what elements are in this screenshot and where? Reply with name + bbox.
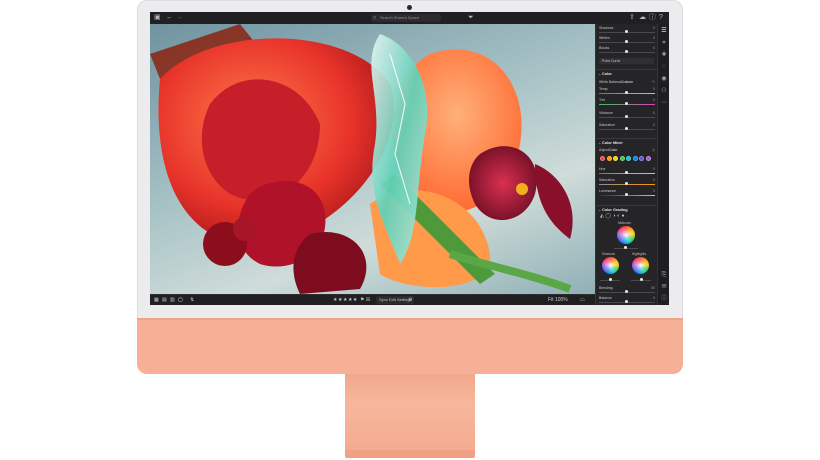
grid-view-icon[interactable]: ▦ [154, 297, 159, 304]
slider-knob[interactable] [609, 278, 612, 281]
sync-settings-icon[interactable]: ⚙ [408, 297, 412, 304]
slider-knob[interactable] [625, 91, 628, 94]
flag-controls[interactable]: ⚑ ☒ [360, 297, 370, 304]
slider-shadows[interactable]: Shadows 0 [599, 26, 655, 35]
slider-knob[interactable] [625, 102, 628, 105]
comments-icon[interactable]: ✉ [661, 284, 667, 290]
forward-icon[interactable]: → [176, 14, 183, 22]
slider-saturation[interactable]: Saturation 0 [599, 123, 655, 132]
swatch-yellow[interactable] [613, 156, 619, 162]
slider-knob[interactable] [625, 50, 628, 53]
photo-artwork [150, 24, 573, 294]
photo-canvas[interactable] [150, 24, 595, 294]
camera-icon [407, 5, 412, 10]
shadows-luminance-slider[interactable] [600, 274, 620, 283]
slider-knob[interactable] [625, 40, 628, 43]
square-grid-icon[interactable]: ▤ [162, 297, 167, 304]
point-curve-toggle[interactable]: Point Curve [599, 58, 654, 64]
swatch-orange[interactable] [606, 156, 612, 162]
filmstrip-toolbar: ▦ ▤ ▥ ▢ ⇅ ★★★★★ ⚑ ☒ Sync Edit Settings ⚙… [150, 294, 595, 305]
slider-whites[interactable]: Whites 0 [599, 36, 655, 45]
edit-panel: Shadows 0 Whites 0 Blacks 0 Point Curve … [595, 24, 658, 305]
slider-blacks[interactable]: Blacks 0 [599, 46, 655, 55]
slider-knob[interactable] [625, 127, 628, 130]
target-adjust-icon[interactable]: ◎ [652, 148, 655, 152]
slider-knob[interactable] [624, 246, 627, 249]
chevron-down-icon: ⌄ [598, 140, 602, 145]
swatch-aqua[interactable] [626, 156, 632, 162]
masking-icon[interactable]: ◌ [661, 64, 667, 70]
chevron-down-icon: ⌄ [598, 207, 602, 212]
detail-view-icon[interactable]: ▥ [170, 297, 175, 304]
eyedropper-icon[interactable]: ✎ [652, 80, 655, 84]
imac-chin [137, 320, 683, 374]
highlights-luminance-slider[interactable] [631, 274, 651, 283]
healing-brush-icon[interactable]: ✚ [661, 52, 667, 58]
highlights-label: Highlights [632, 252, 646, 256]
slider-knob[interactable] [625, 300, 628, 303]
midtones-luminance-slider[interactable] [614, 242, 638, 251]
swatch-magenta[interactable] [645, 156, 651, 162]
slider-tint[interactable]: Tint 0 [599, 98, 655, 107]
info-icon[interactable]: ⓘ [649, 14, 656, 22]
red-eye-icon[interactable]: ◉ [661, 76, 667, 82]
crop-icon[interactable]: ⌗ [661, 40, 667, 46]
imac-stand [345, 374, 475, 452]
grading-mode-icons[interactable]: ◭◯◑◐● [600, 214, 626, 219]
slider-mixer-saturation[interactable]: Saturation 0 [599, 178, 655, 187]
share-icon[interactable]: ⇪ [629, 14, 635, 22]
sort-icon[interactable]: ⇅ [190, 297, 194, 304]
slider-knob[interactable] [625, 30, 628, 33]
slider-vibrance[interactable]: Vibrance 0 [599, 111, 655, 120]
presets-icon[interactable]: ⚇ [661, 88, 667, 94]
color-swatch-row [600, 156, 654, 162]
sidebar-icon[interactable]: ▣ [154, 14, 161, 22]
back-icon[interactable]: ← [166, 14, 173, 22]
slider-knob[interactable] [640, 278, 643, 281]
shadows-label: Shadows [602, 252, 616, 256]
swatch-blue[interactable] [632, 156, 638, 162]
tool-rail: ☰ ⌗ ✚ ◌ ◉ ⚇ ⋯ ⎘ ✉ ⓘ [657, 24, 669, 305]
help-icon[interactable]: ? [659, 14, 663, 22]
star-rating[interactable]: ★★★★★ [333, 297, 358, 304]
slider-knob[interactable] [625, 182, 628, 185]
panel-toggle-icon[interactable]: ▭ [580, 297, 585, 304]
swatch-red[interactable] [600, 156, 606, 162]
midtones-label: Midtones [618, 221, 631, 225]
search-icon: ⌕ [373, 15, 377, 21]
swatch-purple[interactable] [639, 156, 645, 162]
slider-blending[interactable]: Blending 50 [599, 286, 655, 295]
slider-temp[interactable]: Temp 0 [599, 87, 655, 96]
slider-knob[interactable] [625, 290, 628, 293]
slider-knob[interactable] [625, 193, 628, 196]
search-input[interactable]: ⌕ Search Shared Space [371, 14, 441, 22]
filter-icon[interactable]: ⏷ [468, 14, 474, 22]
chevron-down-icon: ⌄ [598, 71, 602, 76]
edit-sliders-icon[interactable]: ☰ [661, 28, 667, 34]
imac-stand-foot [345, 450, 475, 458]
color-mixer-header[interactable]: ⌄ Color Mixer [596, 138, 658, 147]
highlights-color-wheel[interactable] [632, 257, 649, 274]
versions-icon[interactable]: ⎘ [661, 272, 667, 278]
loupe-view-icon[interactable]: ▢ [178, 297, 183, 304]
color-section-header[interactable]: ⌄ Color [596, 69, 658, 78]
more-icon[interactable]: ⋯ [661, 100, 667, 106]
info-panel-icon[interactable]: ⓘ [661, 296, 667, 302]
lightroom-window: ▣ ← → ⌕ Search Shared Space ⏷ ⇪ ☁ ⓘ ? ▦ … [150, 12, 669, 305]
slider-luminance[interactable]: Luminance 0 [599, 189, 655, 198]
zoom-level[interactable]: Fit 100% [548, 297, 568, 304]
slider-balance[interactable]: Balance 0 [599, 296, 655, 305]
search-placeholder: Search Shared Space [380, 15, 420, 20]
shadows-color-wheel[interactable] [602, 257, 619, 274]
slider-knob[interactable] [625, 115, 628, 118]
swatch-green[interactable] [619, 156, 625, 162]
cloud-icon[interactable]: ☁ [639, 14, 646, 22]
slider-knob[interactable] [625, 171, 628, 174]
slider-hue[interactable]: Hue 0 [599, 167, 655, 176]
